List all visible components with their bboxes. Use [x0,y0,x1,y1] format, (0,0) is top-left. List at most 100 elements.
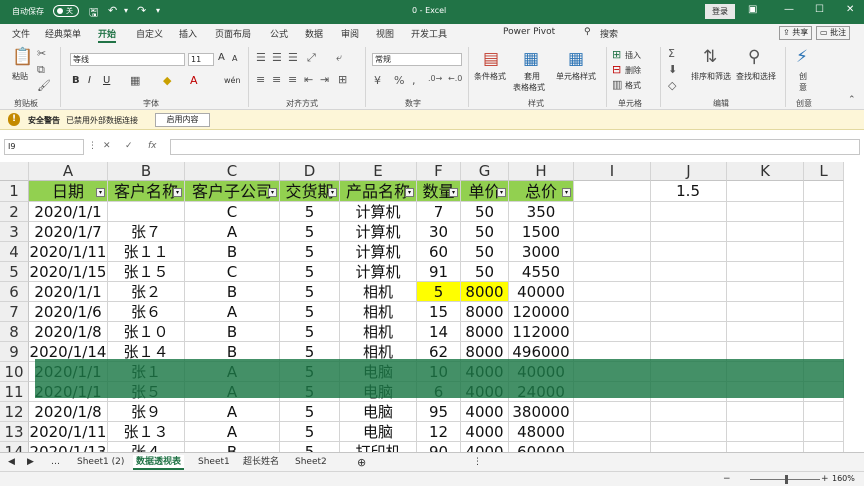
tab-classic-menu[interactable]: 经典菜单 [45,27,81,40]
column-header-f[interactable]: F [417,162,461,181]
cell[interactable]: 张９ [108,402,185,422]
cell[interactable] [804,302,844,322]
align-left-icon[interactable]: ≡ [256,73,265,86]
search-icon[interactable]: ⚲ [584,27,591,37]
cell[interactable]: A [185,302,280,322]
tab-insert[interactable]: 插入 [179,27,197,40]
ideas-icon[interactable]: ⚡ [796,47,808,67]
cell[interactable]: 120000 [509,302,574,322]
font-name-combo[interactable]: 等线 [70,53,185,66]
row-header-12[interactable]: 12 [0,402,29,422]
cell[interactable]: 2020/1/15 [29,262,108,282]
cell[interactable] [804,181,844,202]
cell[interactable]: 相机 [340,302,417,322]
cell[interactable]: 5 [280,322,340,342]
cell[interactable]: 5 [417,282,461,302]
cell[interactable]: 张１０ [108,322,185,342]
tab-custom[interactable]: 自定义 [136,27,163,40]
cell[interactable]: 112000 [509,322,574,342]
cell[interactable]: B [185,242,280,262]
column-header-a[interactable]: A [29,162,108,181]
row-header-9[interactable]: 9 [0,342,29,362]
cell[interactable]: 5 [280,402,340,422]
cell[interactable]: 2020/1/11 [29,242,108,262]
cell[interactable]: 1.5 [651,181,727,202]
cell[interactable] [804,282,844,302]
cell[interactable]: 2020/1/13 [29,442,108,452]
cell[interactable]: 350 [509,202,574,222]
autosave-toggle[interactable]: 关 [53,5,79,17]
cell[interactable]: 2020/1/11 [29,422,108,442]
column-header-h[interactable]: H [509,162,574,181]
filter-dropdown-icon[interactable]: ▾ [405,188,414,197]
cell[interactable]: 14 [417,322,461,342]
tab-developer[interactable]: 开发工具 [411,27,447,40]
row-header-8[interactable]: 8 [0,322,29,342]
cancel-icon[interactable]: ✕ [103,141,111,151]
tab-power-pivot[interactable]: Power Pivot [503,27,555,37]
grow-font-icon[interactable]: A [218,52,225,63]
ribbon-display-icon[interactable]: ▣ [748,4,757,15]
cell[interactable] [651,262,727,282]
cell[interactable]: 张７ [108,222,185,242]
column-header-e[interactable]: E [340,162,417,181]
decrease-indent-icon[interactable]: ⇤ [304,73,313,86]
cell[interactable] [804,402,844,422]
more-tabs-icon[interactable]: … [48,455,63,470]
column-header-d[interactable]: D [280,162,340,181]
cell[interactable] [804,202,844,222]
font-size-combo[interactable]: 11 [188,53,214,66]
cell[interactable]: 2020/1/7 [29,222,108,242]
cell[interactable] [574,262,651,282]
cell[interactable]: 2020/1/1 [29,282,108,302]
italic-button[interactable]: I [88,75,91,86]
cell[interactable] [574,402,651,422]
cell[interactable] [727,242,804,262]
sheet-tab-sheet2[interactable]: Sheet2 [292,455,330,470]
format-cells-icon[interactable]: ▥ [612,78,622,91]
column-header-j[interactable]: J [651,162,727,181]
cell[interactable]: 张１５ [108,262,185,282]
insert-function-icon[interactable]: fx [148,141,157,151]
orientation-icon[interactable]: ⤢ [307,51,316,65]
conditional-format-label[interactable]: 条件格式 [474,71,506,82]
ideas-label-1[interactable]: 创 [799,71,807,82]
cell[interactable]: 5 [280,422,340,442]
tab-data[interactable]: 数据 [305,27,323,40]
delete-cells-label[interactable]: 删除 [625,65,641,76]
header-cell[interactable]: 产品名称 ▾ [340,181,417,202]
fill-color-icon[interactable]: ◆ [163,74,171,87]
enable-content-button[interactable]: 启用内容 [155,113,210,127]
cell[interactable]: 50 [461,222,509,242]
cell[interactable]: 计算机 [340,202,417,222]
row-header-14[interactable]: 14 [0,442,29,452]
zoom-in-icon[interactable]: + [818,472,832,487]
tab-scroll-handle[interactable]: ⋮ [470,455,485,470]
cell[interactable]: 张２ [108,282,185,302]
login-button[interactable]: 登录 [705,4,735,19]
cell[interactable]: 张１３ [108,422,185,442]
cell[interactable]: 相机 [340,322,417,342]
restore-icon[interactable]: ☐ [815,4,824,15]
cell[interactable]: 5 [280,242,340,262]
enter-icon[interactable]: ✓ [125,141,133,151]
cell[interactable]: 60000 [509,442,574,452]
cell[interactable]: 4000 [461,442,509,452]
format-as-table-label-1[interactable]: 套用 [524,71,540,82]
cell[interactable] [574,222,651,242]
delete-cells-icon[interactable]: ⊟ [612,63,621,76]
increase-decimal-icon[interactable]: .0→ [428,74,442,83]
cell[interactable]: 5 [280,282,340,302]
paste-icon[interactable]: 📋 [12,47,33,67]
row-header-4[interactable]: 4 [0,242,29,262]
align-bottom-icon[interactable]: ☰ [288,51,298,64]
row-header-6[interactable]: 6 [0,282,29,302]
zoom-slider-thumb[interactable] [785,475,788,484]
decrease-decimal-icon[interactable]: ←.0 [448,74,462,83]
align-right-icon[interactable]: ≡ [288,73,297,86]
underline-button[interactable]: U [103,75,110,86]
cell[interactable]: 4000 [461,402,509,422]
cell[interactable]: 5 [280,202,340,222]
font-color-icon[interactable]: A [190,74,198,87]
format-cells-label[interactable]: 格式 [625,80,641,91]
